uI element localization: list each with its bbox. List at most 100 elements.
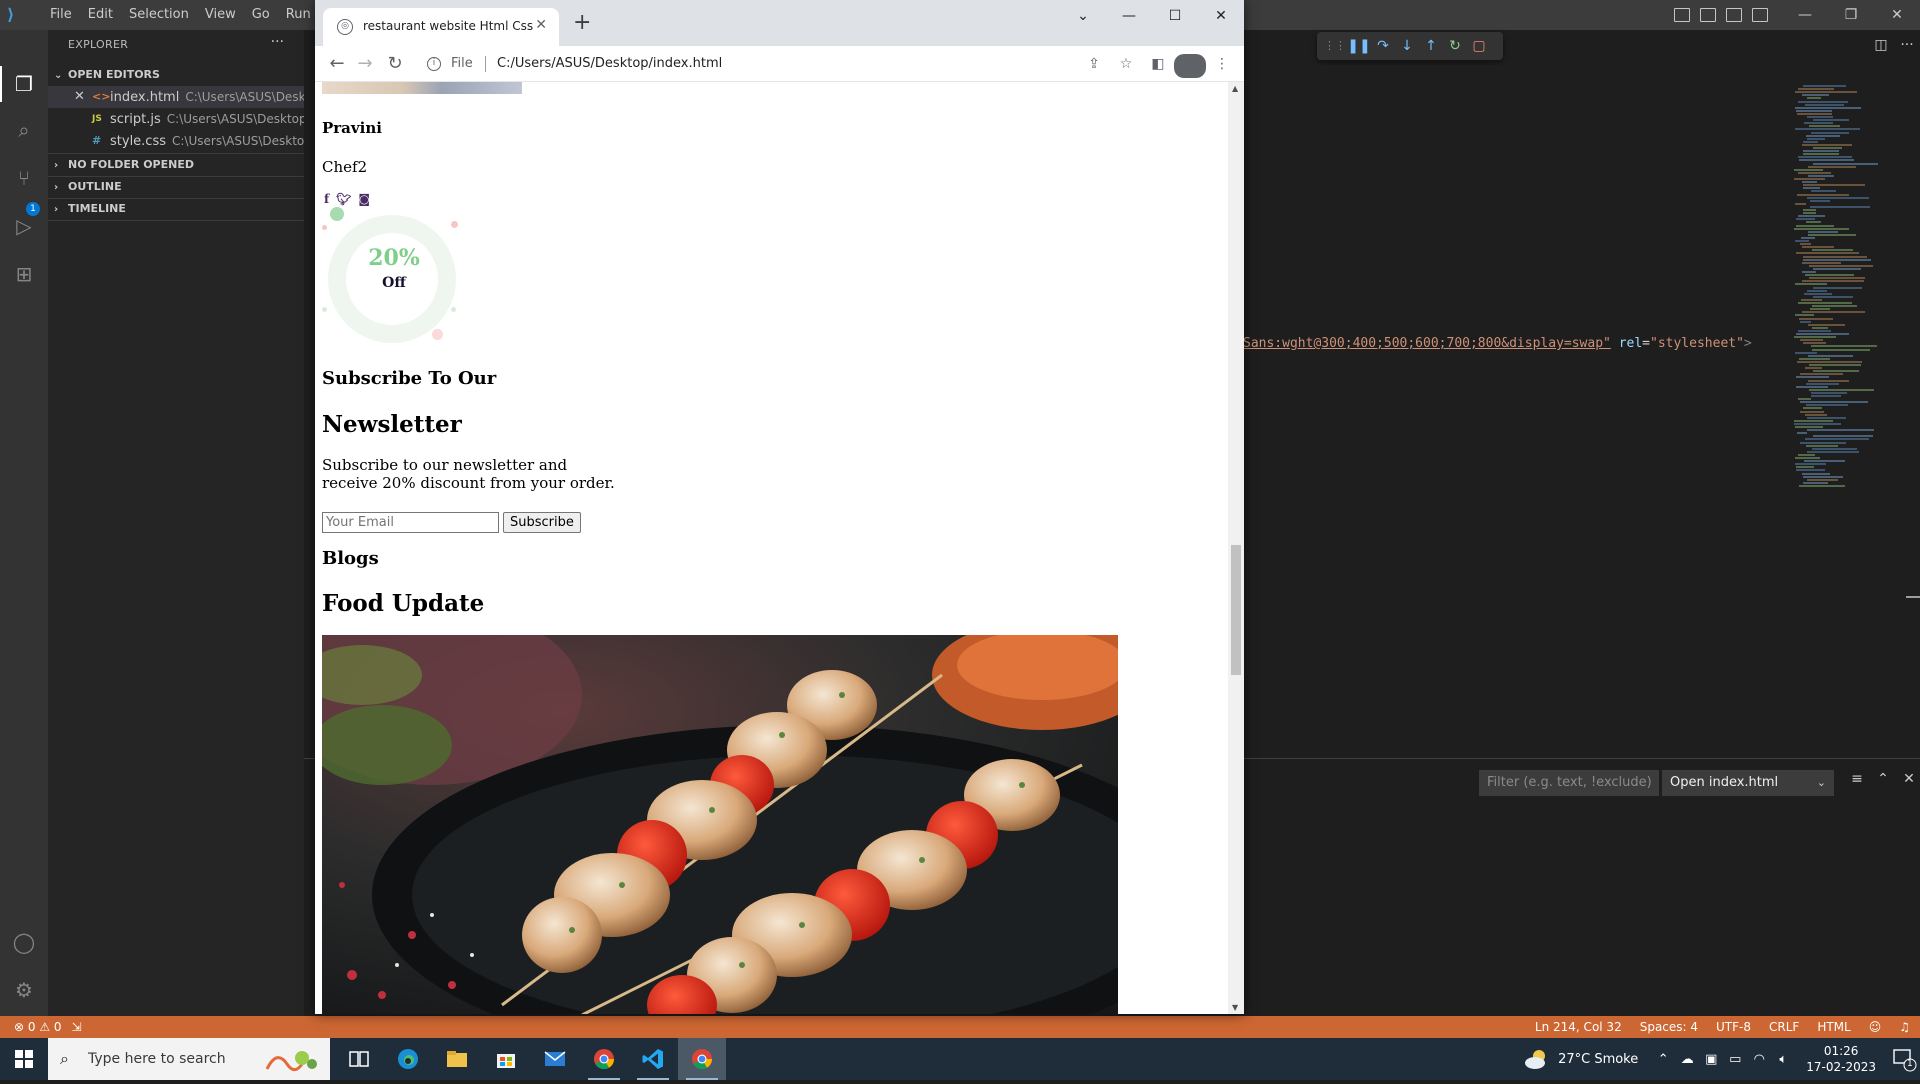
facebook-icon[interactable]: f — [324, 192, 329, 206]
extensions-icon[interactable]: ⊞ — [12, 262, 36, 286]
page-scrollbar[interactable]: ▲ ▼ — [1228, 82, 1244, 1014]
vscode-minimize-button[interactable]: — — [1782, 0, 1828, 30]
open-editors-header[interactable]: ⌄ OPEN EDITORS — [48, 64, 304, 86]
vscode-app-icon[interactable] — [629, 1038, 677, 1080]
back-arrow-icon[interactable]: ← — [325, 52, 349, 76]
menu-selection[interactable]: Selection — [121, 0, 197, 30]
start-button[interactable] — [0, 1038, 48, 1080]
restart-icon[interactable]: ↻ — [1443, 34, 1467, 58]
chrome-app-icon[interactable] — [580, 1038, 628, 1080]
problems-indicator[interactable]: ⊗ 0 ⚠ 0 — [14, 1016, 62, 1038]
scroll-down-arrow-icon[interactable]: ▼ — [1232, 1003, 1238, 1012]
live-share-icon[interactable]: ⇲ — [72, 1016, 82, 1038]
line-endings[interactable]: CRLF — [1769, 1016, 1799, 1038]
close-editor-icon[interactable]: ✕ — [74, 86, 85, 108]
split-editor-icon[interactable]: ◫ — [1868, 37, 1894, 53]
tab-close-icon[interactable]: ✕ — [535, 17, 547, 33]
editor-scrollbar[interactable] — [1906, 596, 1920, 598]
search-icon[interactable]: ⌕ — [12, 118, 36, 142]
kebab-menu-icon[interactable]: ⋮ — [1206, 52, 1238, 76]
open-editor-style-css[interactable]: # style.css C:\Users\ASUS\Desktop — [48, 130, 312, 152]
step-out-icon[interactable]: ↑ — [1419, 34, 1443, 58]
settings-gear-icon[interactable]: ⚙ — [12, 978, 36, 1002]
run-debug-icon[interactable]: ▷ — [12, 214, 36, 238]
file-explorer-app-icon[interactable] — [433, 1038, 481, 1080]
edge-app-icon[interactable] — [384, 1038, 432, 1080]
step-into-icon[interactable]: ↓ — [1395, 34, 1419, 58]
twitter-icon[interactable]: 🐦︎ — [336, 192, 351, 206]
new-tab-button[interactable]: + — [573, 12, 591, 34]
output-channel-select[interactable]: Open index.html ⌄ — [1662, 770, 1834, 796]
wifi-icon[interactable]: ◠ — [1748, 1052, 1770, 1067]
chrome-maximize-button[interactable]: ☐ — [1152, 8, 1198, 24]
pause-icon[interactable]: ❚❚ — [1347, 34, 1371, 58]
meet-now-icon[interactable]: ▣ — [1700, 1052, 1722, 1067]
subscribe-button[interactable]: Subscribe — [503, 512, 581, 533]
open-editor-script-js[interactable]: JS script.js C:\Users\ASUS\Desktop — [48, 108, 307, 130]
menu-go[interactable]: Go — [244, 0, 278, 30]
chrome-minimize-button[interactable]: — — [1106, 8, 1152, 24]
scrollbar-thumb[interactable] — [1231, 545, 1241, 675]
share-icon[interactable]: ⇪ — [1078, 52, 1110, 76]
output-filter-input[interactable]: Filter (e.g. text, !exclude) — [1479, 770, 1659, 796]
address-bar[interactable]: i File C:/Users/ASUS/Desktop/index.html — [419, 50, 1079, 78]
taskbar-search[interactable]: ⌕ Type here to search — [48, 1038, 330, 1080]
page-viewport[interactable]: Pravini Chef2 f 🐦︎ ◙ 20% Off Subscribe T… — [315, 82, 1228, 1014]
action-center-button[interactable]: 1 — [1886, 1038, 1920, 1080]
profile-icon[interactable] — [1174, 52, 1206, 78]
reload-icon[interactable]: ↻ — [383, 52, 407, 76]
show-hidden-icons-chevron-icon[interactable]: ⌃ — [1652, 1052, 1674, 1067]
mail-app-icon[interactable] — [531, 1038, 579, 1080]
bookmark-star-icon[interactable]: ☆ — [1110, 52, 1142, 76]
drag-handle-icon[interactable]: ⋮⋮ — [1323, 34, 1347, 58]
explorer-more-icon[interactable]: ··· — [271, 34, 284, 50]
menu-edit[interactable]: Edit — [80, 0, 121, 30]
chrome-close-button[interactable]: ✕ — [1198, 8, 1244, 24]
minimap[interactable] — [1790, 85, 1910, 585]
network-tray-icon[interactable]: ☁ — [1676, 1052, 1698, 1067]
chrome-active-app-icon[interactable] — [678, 1038, 726, 1080]
open-editor-index-html[interactable]: ✕ <> index.html C:\Users\ASUS\Desktop — [48, 86, 325, 108]
vscode-logo-icon[interactable]: ⟩ — [7, 6, 25, 24]
outline-header[interactable]: › OUTLINE — [48, 176, 304, 198]
tab-search-icon[interactable]: ⌄ — [1060, 8, 1106, 24]
side-panel-icon[interactable]: ◧ — [1142, 52, 1174, 76]
vscode-restore-button[interactable]: ❐ — [1828, 0, 1874, 30]
toggle-sidebar-icon[interactable] — [1674, 8, 1690, 22]
close-panel-icon[interactable]: ✕ — [1896, 771, 1920, 787]
url-text[interactable]: C:/Users/ASUS/Desktop/index.html — [497, 50, 722, 78]
menu-view[interactable]: View — [197, 0, 244, 30]
explorer-icon[interactable]: ❐ — [12, 72, 36, 96]
feedback-icon[interactable]: ☺ — [1869, 1016, 1882, 1038]
site-info-icon[interactable]: i — [427, 57, 441, 71]
language-mode[interactable]: HTML — [1817, 1016, 1850, 1038]
forward-arrow-icon[interactable]: → — [353, 52, 377, 76]
toggle-secondary-sidebar-icon[interactable] — [1726, 8, 1742, 22]
cursor-position[interactable]: Ln 214, Col 32 — [1535, 1016, 1622, 1038]
notifications-bell-icon[interactable]: ♫ — [1899, 1016, 1910, 1038]
timeline-header[interactable]: › TIMELINE — [48, 198, 304, 220]
clear-output-icon[interactable]: ≡ — [1844, 771, 1870, 787]
encoding[interactable]: UTF-8 — [1716, 1016, 1751, 1038]
instagram-icon[interactable]: ◙ — [358, 192, 370, 206]
volume-icon[interactable]: 🔈︎ — [1772, 1052, 1794, 1067]
no-folder-header[interactable]: › NO FOLDER OPENED — [48, 154, 304, 176]
indentation[interactable]: Spaces: 4 — [1640, 1016, 1698, 1038]
food-kebab-image[interactable] — [322, 635, 1118, 1014]
more-actions-icon[interactable]: ··· — [1894, 37, 1920, 53]
toggle-panel-icon[interactable] — [1700, 8, 1716, 22]
maximize-panel-icon[interactable]: ⌃ — [1870, 771, 1896, 787]
task-view-button[interactable] — [335, 1038, 383, 1080]
stop-icon[interactable]: ▢ — [1467, 34, 1491, 58]
vscode-close-button[interactable]: ✕ — [1874, 0, 1920, 30]
store-app-icon[interactable] — [482, 1038, 530, 1080]
accounts-icon[interactable]: ◯ — [12, 930, 36, 954]
email-field[interactable] — [322, 512, 499, 533]
scroll-up-arrow-icon[interactable]: ▲ — [1232, 84, 1238, 93]
menu-run[interactable]: Run — [278, 0, 319, 30]
weather-widget[interactable]: 27°C Smoke — [1524, 1048, 1638, 1070]
browser-tab[interactable]: ◎ restaurant website Html Css ✕ — [323, 8, 559, 46]
source-control-icon[interactable]: ⑂ — [12, 166, 36, 190]
step-over-icon[interactable]: ↷ — [1371, 34, 1395, 58]
customize-layout-icon[interactable] — [1752, 8, 1768, 22]
